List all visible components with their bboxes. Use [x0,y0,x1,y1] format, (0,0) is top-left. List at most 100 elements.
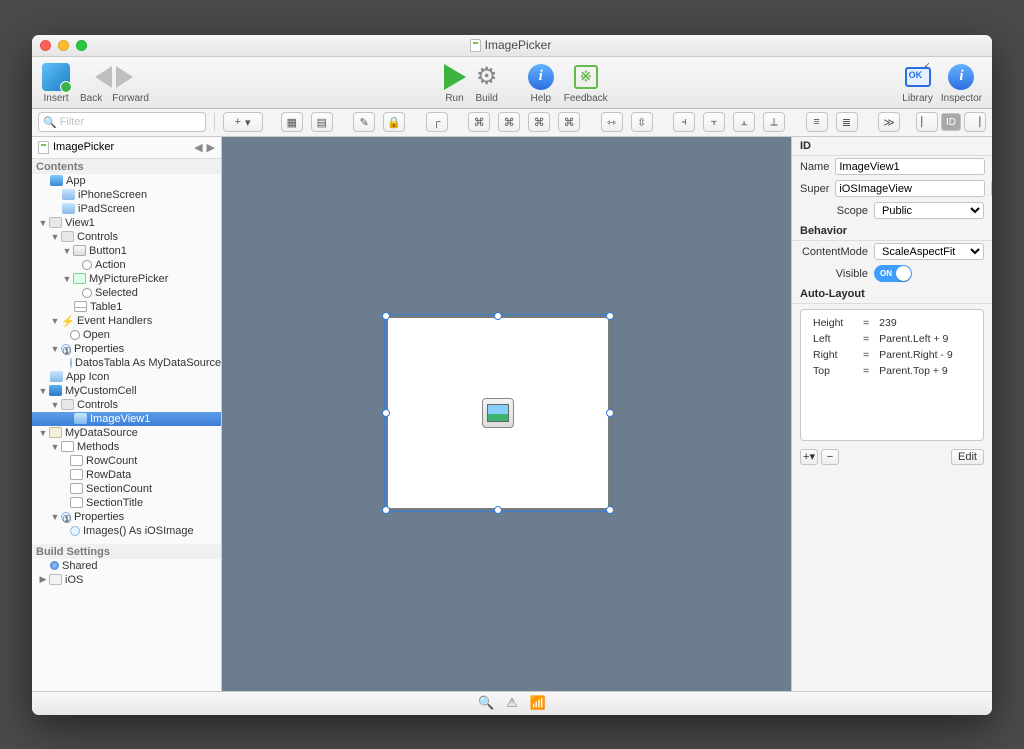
resize-handle-tl[interactable] [382,312,390,320]
resize-handle-bm[interactable] [494,506,502,514]
filter-input[interactable]: 🔍 Filter [38,112,206,132]
add-item-button[interactable]: + ▾ [223,112,263,132]
edit-constraints-button[interactable]: Edit [951,449,984,465]
align-right-button[interactable]: ⫠ [733,112,755,132]
minimize-window-button[interactable] [58,40,69,51]
add-constraint-button[interactable]: +▾ [800,449,818,465]
link-1-button[interactable]: ⌘ [468,112,490,132]
resize-handle-mr[interactable] [606,409,614,417]
layout-mode-1[interactable]: ▦ [281,112,303,132]
nav-item-controls2[interactable]: ▼Controls [32,398,221,412]
navigator-tree[interactable]: Contents App iPhoneScreen iPadScreen ▼Vi… [32,159,221,691]
edit-super-button[interactable]: ✎ [991,180,992,197]
nav-item-datos[interactable]: DatosTabla As MyDataSource [32,356,221,370]
constraint-row[interactable]: Top=Parent.Top + 9 [809,364,957,378]
distribute-1-button[interactable]: ≡ [806,112,828,132]
constraint-row[interactable]: Height=239 [809,316,957,330]
forward-button[interactable] [116,66,133,88]
nav-item-app[interactable]: App [32,174,221,188]
pencil-tool-button[interactable]: ✎ [353,112,375,132]
feedback-icon: ※ [574,65,598,89]
resize-handle-bl[interactable] [382,506,390,514]
nav-item-props[interactable]: ▼①Properties [32,342,221,356]
overflow-button[interactable]: ≫ [878,112,900,132]
lock-tool-button[interactable]: 🔒 [383,112,405,132]
fit-vertical-button[interactable]: ⇳ [631,112,653,132]
zoom-window-button[interactable] [76,40,87,51]
link-2-button[interactable]: ⌘ [498,112,520,132]
warnings-icon[interactable]: ⚠ [506,695,518,711]
nav-item-picker[interactable]: ▼MyPicturePicker [32,272,221,286]
nav-item-rowcount[interactable]: RowCount [32,454,221,468]
resize-handle-tr[interactable] [606,312,614,320]
messages-icon[interactable]: 📶 [530,695,546,711]
inspector-icon: i [948,64,974,90]
link-3-button[interactable]: ⌘ [528,112,550,132]
close-window-button[interactable] [40,40,51,51]
nav-item-sectioncount[interactable]: SectionCount [32,482,221,496]
name-input[interactable] [835,158,985,175]
feedback-toolbar-item[interactable]: ※ Feedback [564,61,608,104]
custom-cell-preview[interactable] [387,317,609,509]
back-button[interactable] [95,66,112,88]
resize-handle-tm[interactable] [494,312,502,320]
nav-item-sectiontitle[interactable]: SectionTitle [32,496,221,510]
contentmode-select[interactable]: ScaleAspectFit [874,243,984,260]
resize-handle-ml[interactable] [382,409,390,417]
constraint-row[interactable]: Left=Parent.Left + 9 [809,332,957,346]
nav-item-imageview1[interactable]: ImageView1 [32,412,221,426]
nav-item-ios[interactable]: ▶iOS [32,573,221,587]
nav-item-open[interactable]: Open [32,328,221,342]
nav-item-table1[interactable]: Table1 [32,300,221,314]
link-4-button[interactable]: ⌘ [558,112,580,132]
nav-item-methods[interactable]: ▼Methods [32,440,221,454]
edge-top-button[interactable]: ┌ [426,112,448,132]
insert-icon [42,63,70,91]
navigator-title: ImagePicker [53,141,190,153]
scope-select[interactable]: Public [874,202,984,219]
super-input[interactable] [835,180,985,197]
nav-item-rowdata[interactable]: RowData [32,468,221,482]
visible-toggle[interactable]: ON [874,265,912,282]
nav-item-ipad[interactable]: iPadScreen [32,202,221,216]
align-left-button[interactable]: ⫞ [673,112,695,132]
inspector-tab-handle2[interactable]: ⎹ [964,112,986,132]
nav-item-view1[interactable]: ▼View1 [32,216,221,230]
label-super: Super [800,183,829,195]
nav-item-iphone[interactable]: iPhoneScreen [32,188,221,202]
nav-next-button[interactable]: ▶ [207,141,215,154]
align-top-button[interactable]: ⟂ [763,112,785,132]
inspector-toolbar-item[interactable]: i Inspector [941,61,982,104]
resize-handle-br[interactable] [606,506,614,514]
run-toolbar-item[interactable]: Run [444,61,466,104]
layout-mode-2[interactable]: ▤ [311,112,333,132]
inspector-tab-id[interactable]: ID [941,113,961,131]
nav-item-mycell[interactable]: ▼MyCustomCell [32,384,221,398]
fit-horizontal-button[interactable]: ⇿ [601,112,623,132]
nav-item-shared[interactable]: Shared [32,559,221,573]
nav-item-myds[interactable]: ▼MyDataSource [32,426,221,440]
imageview-placeholder-icon[interactable] [482,398,514,428]
search-results-icon[interactable]: 🔍 [478,695,494,711]
nav-item-ehandlers[interactable]: ▼⚡Event Handlers [32,314,221,328]
nav-item-button1[interactable]: ▼Button1 [32,244,221,258]
nav-prev-button[interactable]: ◀ [194,141,202,154]
autolayout-list[interactable]: Height=239 Left=Parent.Left + 9 Right=Pare… [800,309,984,441]
nav-item-selected[interactable]: Selected [32,286,221,300]
align-center-button[interactable]: ⫟ [703,112,725,132]
label-contentmode: ContentMode [800,246,868,258]
constraint-row[interactable]: Right=Parent.Right - 9 [809,348,957,362]
nav-item-images[interactable]: Images() As iOSImage [32,524,221,538]
help-toolbar-item[interactable]: i Help [528,61,554,104]
insert-toolbar-item[interactable]: Insert [42,61,70,104]
distribute-2-button[interactable]: ≣ [836,112,858,132]
build-toolbar-item[interactable]: ⚙ Build [476,61,498,104]
nav-item-appicon[interactable]: App Icon [32,370,221,384]
inspector-tab-handle[interactable]: ⎸ [916,112,938,132]
library-toolbar-item[interactable]: Library [902,61,933,104]
design-canvas[interactable] [222,137,792,691]
nav-item-props2[interactable]: ▼①Properties [32,510,221,524]
nav-item-controls[interactable]: ▼Controls [32,230,221,244]
remove-constraint-button[interactable]: − [821,449,839,465]
nav-item-action[interactable]: Action [32,258,221,272]
